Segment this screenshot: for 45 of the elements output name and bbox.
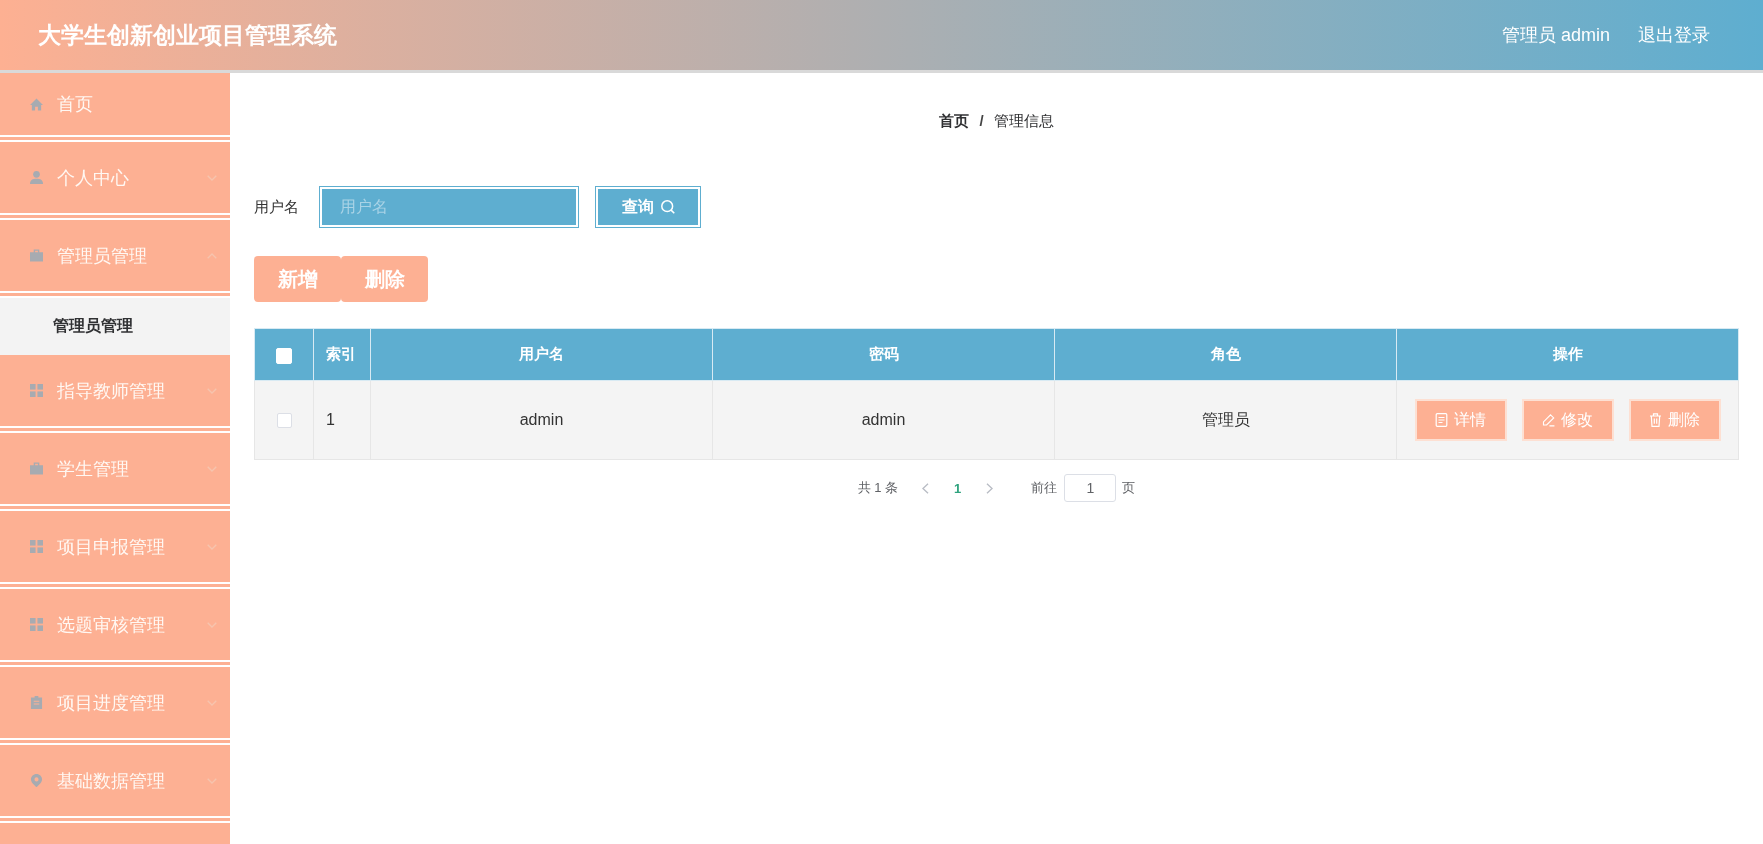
page-suffix: 页: [1122, 479, 1136, 497]
user-label: 管理员 admin: [1501, 24, 1610, 47]
home-icon: [30, 97, 43, 111]
column-header: 操作: [1396, 328, 1739, 381]
trash-icon: [1649, 413, 1662, 427]
briefcase-icon: [30, 462, 43, 475]
document-icon: [1435, 413, 1448, 427]
column-header: 用户名: [370, 328, 713, 381]
clipboard-icon: [30, 696, 43, 709]
logout-link[interactable]: 退出登录: [1638, 23, 1710, 47]
total-count: 共 1 条: [857, 479, 899, 497]
edit-button[interactable]: 修改: [1521, 399, 1614, 441]
pencil-icon: [1542, 413, 1555, 427]
goto-label: 前往: [1031, 479, 1058, 497]
delete-button[interactable]: 删除: [1628, 399, 1721, 441]
add-button[interactable]: 新增: [254, 256, 341, 302]
table-cell: 1: [313, 380, 371, 460]
breadcrumb-separator: /: [979, 111, 984, 131]
app-title: 大学生创新创业项目管理系统: [38, 20, 337, 50]
grid-icon: [30, 540, 43, 553]
breadcrumb-current: 管理信息: [993, 111, 1054, 131]
column-header: 密码: [712, 328, 1055, 381]
detail-button[interactable]: 详情: [1414, 399, 1507, 441]
briefcase-icon: [30, 249, 43, 262]
table-cell: 管理员: [1054, 380, 1397, 460]
column-header: 角色: [1054, 328, 1397, 381]
search-label: 用户名: [254, 197, 299, 217]
search-button[interactable]: 查询: [595, 186, 701, 228]
search-field[interactable]: 用户名: [319, 186, 579, 228]
grid-icon: [30, 384, 43, 397]
page-input[interactable]: 1: [1064, 474, 1117, 502]
chevron-right-icon[interactable]: [986, 482, 994, 494]
pin-icon: [30, 774, 43, 787]
chevron-left-icon[interactable]: [922, 482, 930, 494]
user-icon: [30, 171, 43, 184]
page-number[interactable]: 1: [954, 480, 962, 496]
column-header: 索引: [313, 328, 371, 381]
delete-button[interactable]: 删除: [341, 256, 428, 302]
grid-icon: [30, 618, 43, 631]
checkbox[interactable]: [276, 413, 292, 429]
table-cell: admin: [370, 380, 713, 460]
search-icon: [660, 200, 675, 214]
submenu-item[interactable]: 管理员管理: [0, 298, 230, 355]
table-cell: admin: [712, 380, 1055, 460]
breadcrumb-link[interactable]: 首页: [939, 111, 970, 131]
